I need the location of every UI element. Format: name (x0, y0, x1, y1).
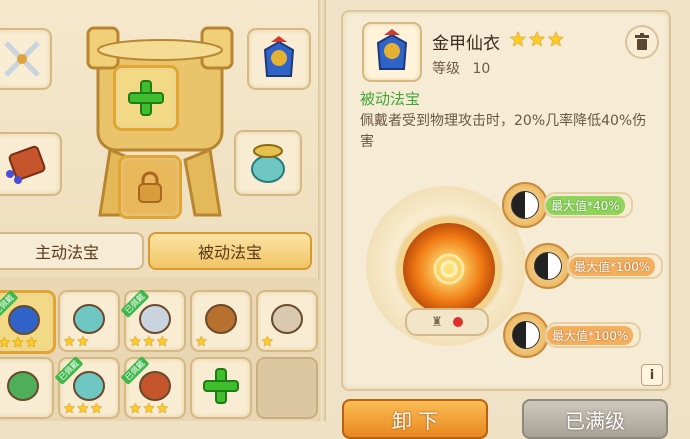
add-treasure-slot[interactable] (113, 65, 179, 131)
attribute-row: 最大值*40% (502, 182, 633, 228)
attribute-row: 最大值*100% (525, 243, 664, 289)
star-icon: ★ (129, 334, 142, 350)
delete-button[interactable] (625, 25, 659, 59)
star-icon: ★ (76, 401, 90, 417)
equip-slot-scroll[interactable] (0, 132, 62, 196)
slot-stars: ★ ★ ★ (0, 336, 38, 350)
inventory-slot[interactable] (0, 357, 54, 419)
equip-slot-armor[interactable] (247, 28, 311, 90)
slot-stars: ★ ★ ★ (63, 402, 103, 416)
slot-stars: ★ ★ ★ (129, 402, 169, 416)
attribute-pill: 最大值*100% (567, 253, 664, 279)
inventory-slot[interactable]: ★ ★ (58, 290, 120, 352)
star-icon: ★ (142, 334, 156, 350)
level-value: 10 (472, 61, 491, 77)
equip-slot-crossed-swords[interactable] (0, 28, 52, 90)
star-icon: ★ (90, 401, 103, 417)
red-dot-icon (452, 317, 463, 327)
maxed-label: 已满级 (565, 409, 625, 433)
attribute-row: 最大值*100% (503, 312, 642, 358)
swirl-icon (433, 253, 465, 285)
slot-stars: ★ (195, 335, 208, 349)
star-icon: ★ (261, 334, 274, 350)
info-button[interactable]: i (641, 364, 663, 386)
star-icon: ★ (527, 27, 546, 51)
maxed-button: 已满级 (522, 399, 668, 439)
yin-yang-icon (503, 312, 549, 358)
attribute-text: 最大值*100% (547, 325, 634, 345)
item-portrait (362, 22, 422, 82)
star-icon: ★ (546, 27, 565, 51)
attribute-text: 最大值*40% (546, 195, 625, 215)
star-icon: ★ (129, 401, 142, 417)
item-description: 佩戴者受到物理攻击时，20%几率降低40%伤害 (360, 113, 647, 150)
level-label: 等级 (432, 61, 460, 77)
locked-slot[interactable] (118, 155, 182, 219)
lock-icon (138, 171, 162, 203)
item-stars: ★ ★ ★ (509, 29, 565, 49)
attribute-text: 最大值*100% (569, 256, 656, 276)
unequip-label: 卸 下 (391, 409, 439, 433)
crossed-swords-icon (4, 41, 40, 77)
inventory-slot[interactable] (256, 357, 318, 419)
armor-icon (376, 29, 408, 70)
scroll-icon (6, 145, 46, 184)
unequip-button[interactable]: 卸 下 (342, 399, 488, 439)
star-icon: ★ (63, 334, 76, 350)
equip-slot-jade-beast[interactable] (234, 130, 302, 196)
tab-active-treasure[interactable]: 主动法宝 (0, 232, 144, 270)
inventory-slot[interactable]: ★ ★ ★ 已佩戴 (120, 356, 186, 419)
star-icon: ★ (156, 401, 169, 417)
star-icon: ★ (195, 334, 208, 350)
add-icon (202, 367, 240, 409)
yin-yang-icon (525, 243, 571, 289)
trash-icon (635, 33, 649, 50)
item-name: 金甲仙衣 (432, 34, 500, 54)
star-icon: ★ (0, 335, 11, 351)
jade-dragon-icon (3, 368, 43, 408)
inventory-slot[interactable]: ★ (256, 290, 318, 352)
inventory-slot[interactable]: ★ ★ ★ 已佩戴 (54, 356, 120, 419)
jade-beast-icon (251, 144, 285, 183)
star-icon: ★ (156, 334, 169, 350)
inventory-slot[interactable] (190, 357, 252, 419)
add-icon (128, 80, 164, 116)
slot-stars: ★ ★ (63, 335, 89, 349)
star-icon: ★ (509, 27, 527, 51)
inventory-slot[interactable]: ★ ★ ★ 已佩戴 (0, 290, 56, 354)
item-level: 等级 10 (432, 58, 490, 78)
slot-stars: ★ (261, 335, 274, 349)
yin-yang-icon (502, 182, 548, 228)
star-icon: ★ (11, 335, 25, 351)
section-title: 被动法宝 (360, 90, 421, 108)
attribute-pill: 最大值*40% (544, 192, 633, 218)
skill-orb (398, 218, 500, 320)
tab-passive-treasure[interactable]: 被动法宝 (148, 232, 312, 270)
attribute-pill: 最大值*100% (545, 322, 642, 348)
star-icon: ★ (76, 334, 90, 350)
tab-passive-treasure-label: 被动法宝 (197, 243, 262, 262)
tab-active-treasure-label: 主动法宝 (34, 243, 99, 262)
bell-icon: ♜ (431, 314, 443, 330)
orb-base: ♜ (405, 308, 489, 336)
star-icon: ★ (142, 401, 156, 417)
armor-icon (263, 36, 295, 77)
star-icon: ★ (25, 335, 38, 351)
star-icon: ★ (63, 401, 76, 417)
inventory-slot[interactable]: ★ ★ ★ 已佩戴 (120, 289, 186, 352)
inventory-slot[interactable]: ★ (190, 290, 252, 352)
info-icon: i (649, 367, 655, 383)
slot-stars: ★ ★ ★ (129, 335, 169, 349)
